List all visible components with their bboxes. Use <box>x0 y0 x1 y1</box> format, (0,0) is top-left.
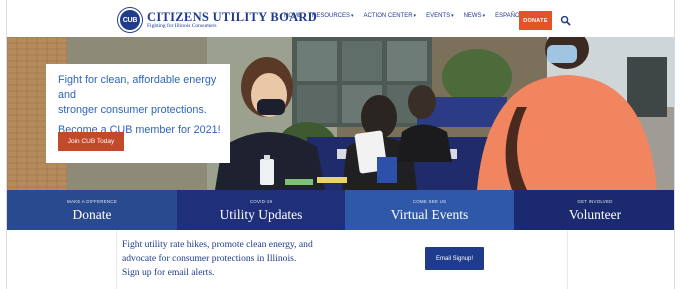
caret-down-icon: ▾ <box>482 13 486 19</box>
feature-title: Utility Updates <box>219 207 303 222</box>
feature-title: Virtual Events <box>390 207 469 222</box>
join-cub-button[interactable]: Join CUB Today <box>58 132 124 151</box>
nav-home[interactable]: HOME <box>284 13 302 19</box>
feature-kicker: GET INVOLVED <box>577 199 613 204</box>
feature-tile-donate[interactable]: MAKE A DIFFERENCE Donate <box>7 190 177 230</box>
page-frame: CUB CITIZENS UTILITY BOARD Fighting for … <box>6 0 675 289</box>
nav-news[interactable]: NEWS ▾ <box>464 13 486 19</box>
nav-action-center-label: ACTION CENTER <box>363 13 413 19</box>
hero-callout: Fight for clean, affordable energy and s… <box>46 64 230 163</box>
divider <box>116 230 117 289</box>
feature-title: Volunteer <box>568 207 622 222</box>
logo-subtitle: Fighting for Illinois Consumers <box>147 23 217 29</box>
hero-headline-line2: stronger consumer protections. <box>58 104 207 116</box>
nav-action-center[interactable]: ACTION CENTER ▾ <box>364 13 417 19</box>
nav-resources-label: RESOURCES <box>312 13 351 19</box>
feature-title: Donate <box>72 207 112 222</box>
divider <box>567 230 568 289</box>
nav-home-label: HOME <box>284 13 302 19</box>
site-header: CUB CITIZENS UTILITY BOARD Fighting for … <box>7 0 674 37</box>
signup-line2: advocate for consumer protections in Ill… <box>122 253 297 264</box>
feature-tile-volunteer[interactable]: GET INVOLVED Volunteer <box>514 190 674 230</box>
hero-banner: Fight for clean, affordable energy and s… <box>7 37 674 190</box>
feature-kicker: COME SEE US <box>412 199 447 204</box>
signup-line3: Sign up for email alerts. <box>122 267 215 278</box>
signup-line1: Fight utility rate hikes, promote clean … <box>122 239 313 250</box>
donate-button[interactable]: DONATE <box>519 11 552 30</box>
nav-resources[interactable]: RESOURCES ▾ <box>312 13 354 19</box>
email-signup-button[interactable]: Email Signup! <box>425 247 484 270</box>
caret-down-icon: ▾ <box>413 13 417 19</box>
feature-strip: MAKE A DIFFERENCE Donate COVID-19 Utilit… <box>7 190 674 230</box>
feature-kicker: MAKE A DIFFERENCE <box>67 199 117 204</box>
signup-text: Fight utility rate hikes, promote clean … <box>122 238 362 280</box>
site-logo[interactable]: CUB CITIZENS UTILITY BOARD Fighting for … <box>118 8 317 32</box>
signup-section: Fight utility rate hikes, promote clean … <box>7 230 674 289</box>
nav-news-label: NEWS <box>463 13 482 19</box>
logo-seal: CUB <box>118 8 142 32</box>
feature-tile-virtual-events[interactable]: COME SEE US Virtual Events <box>345 190 514 230</box>
main-nav: HOME RESOURCES ▾ ACTION CENTER ▾ EVENTS ▾ N… <box>284 13 533 19</box>
search-icon[interactable] <box>560 15 571 26</box>
feature-tile-utility-updates[interactable]: COVID-19 Utility Updates <box>177 190 345 230</box>
nav-events[interactable]: EVENTS ▾ <box>426 13 454 19</box>
feature-kicker: COVID-19 <box>249 199 273 204</box>
hero-headline-line1: Fight for clean, affordable energy and <box>58 74 217 101</box>
nav-events-label: EVENTS <box>426 13 451 19</box>
caret-down-icon: ▾ <box>351 13 354 19</box>
caret-down-icon: ▾ <box>451 13 454 19</box>
